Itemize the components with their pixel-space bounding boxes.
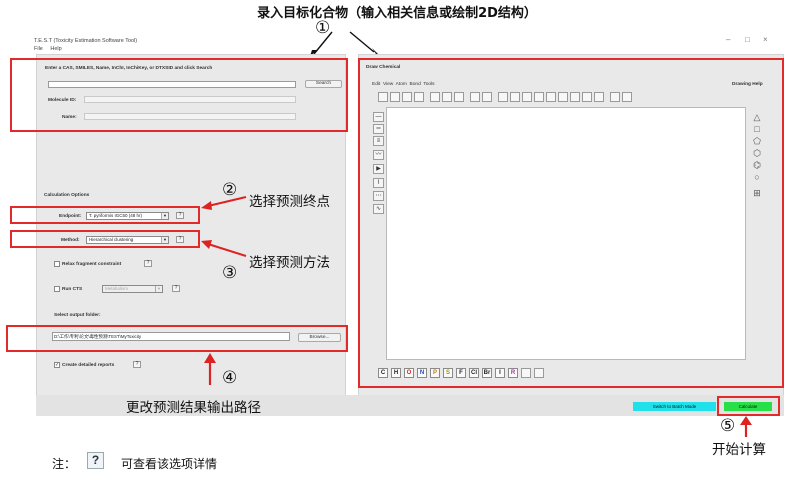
top-annotation-caption: 录入目标化合物（输入相关信息或绘制2D结构） — [257, 6, 537, 21]
annotation-method-text: 选择预测方法 — [249, 255, 330, 271]
window-menubar: File Help — [34, 46, 68, 52]
annotation-arrow-4 — [204, 353, 216, 385]
annotation-box-draw — [358, 58, 784, 388]
detailed-reports-label: Create detailed reports — [62, 363, 115, 368]
relax-help-button[interactable]: ? — [144, 260, 152, 267]
close-button[interactable]: × — [763, 35, 768, 44]
annotation-box-endpoint — [10, 206, 200, 224]
annotation-box-search — [10, 58, 348, 132]
window-title: T.E.S.T (Toxicity Estimation Software To… — [34, 38, 138, 44]
note-prefix: 注： — [52, 457, 77, 471]
annotation-number-5: ⑤ — [720, 416, 736, 436]
chevron-down-icon: ▼ — [155, 286, 162, 292]
annotation-endpoint-text: 选择预测终点 — [249, 194, 330, 210]
annotation-arrow-3 — [201, 240, 247, 257]
annotation-box-calculate — [717, 396, 780, 416]
menu-help[interactable]: Help — [50, 46, 61, 52]
relax-checkbox[interactable] — [54, 261, 60, 267]
run-cts-checkbox[interactable] — [54, 286, 60, 292]
detailed-reports-checkbox[interactable]: ✓ — [54, 362, 60, 368]
maximize-button[interactable]: □ — [745, 35, 750, 44]
menu-file[interactable]: File — [34, 46, 43, 52]
minimize-button[interactable]: – — [726, 35, 730, 44]
run-cts-select[interactable]: Metabolism ▼ — [102, 285, 163, 293]
detailed-help-button[interactable]: ? — [133, 361, 141, 368]
switch-batch-mode-button[interactable]: Switch to Batch Mode — [633, 402, 716, 411]
calc-options-heading: Calculation Options — [44, 193, 90, 198]
run-cts-label: Run CTS — [62, 287, 83, 292]
annotation-calculate-text: 开始计算 — [712, 442, 766, 458]
relax-label: Relax fragment constraint — [62, 262, 122, 267]
output-folder-label: Select output folder: — [54, 313, 101, 318]
run-cts-value: Metabolism — [105, 286, 129, 291]
run-cts-help-button[interactable]: ? — [172, 285, 180, 292]
annotation-box-output — [6, 325, 348, 352]
annotation-box-method — [10, 230, 200, 248]
help-icon: ? — [87, 452, 104, 469]
annotation-output-text: 更改预测结果输出路径 — [126, 400, 261, 416]
annotation-arrow-5 — [740, 416, 752, 437]
annotation-arrow-2 — [201, 196, 247, 210]
note-text: 可查看该选项详情 — [121, 457, 218, 471]
annotation-number-3: ③ — [222, 263, 238, 283]
annotation-number-4: ④ — [222, 368, 238, 388]
